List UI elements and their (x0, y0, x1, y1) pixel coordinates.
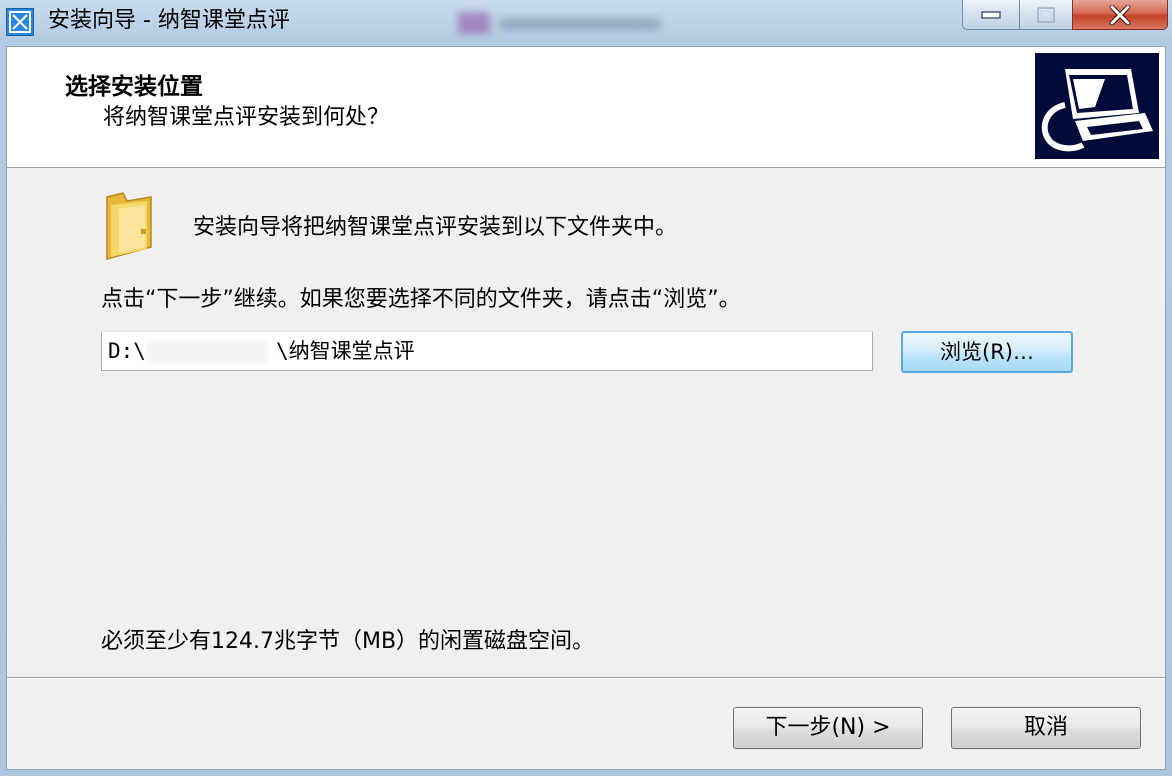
window-title: 安装向导 - 纳智课堂点评 (48, 8, 290, 33)
maximize-button[interactable] (1019, 0, 1073, 30)
page-subtitle: 将纳智课堂点评安装到何处？ (103, 105, 390, 130)
next-button[interactable]: 下一步(N) > (733, 707, 923, 749)
install-path-input[interactable]: D:\ \纳智课堂点评 (101, 331, 873, 371)
installer-app-icon (6, 8, 34, 36)
page-title: 选择安装位置 (65, 74, 203, 100)
intro-text: 安装向导将把纳智课堂点评安装到以下文件夹中。 (193, 215, 678, 240)
folder-icon (101, 191, 157, 261)
title-bar[interactable]: 安装向导 - 纳智课堂点评 (0, 0, 1172, 44)
disk-space-requirement: 必须至少有124.7兆字节（MB）的闲置磁盘空间。 (101, 629, 595, 654)
close-icon (1109, 4, 1131, 25)
minimize-icon (981, 10, 1001, 19)
wizard-client-area: 选择安装位置 将纳智课堂点评安装到何处？ 安装向导将把纳智课堂点评安装到以下文件… (6, 46, 1166, 770)
footer-divider (7, 677, 1165, 679)
install-path-suffix: \纳智课堂点评 (275, 339, 415, 363)
instruction-text: 点击“下一步”继续。如果您要选择不同的文件夹，请点击“浏览”。 (101, 287, 741, 312)
cancel-button[interactable]: 取消 (951, 707, 1141, 749)
computer-install-icon (1035, 53, 1159, 159)
redaction-blur (146, 340, 268, 364)
installer-window: 安装向导 - 纳智课堂点评 选择安装位置 将纳智课堂点评安装到何处？ 安装向导将… (0, 0, 1172, 776)
minimize-button[interactable] (962, 0, 1020, 30)
maximize-icon (1037, 6, 1055, 23)
install-path-prefix: D:\ (108, 339, 146, 363)
wizard-header: 选择安装位置 将纳智课堂点评安装到何处？ (7, 47, 1165, 168)
background-window-blur (458, 10, 668, 36)
caption-buttons (962, 0, 1168, 32)
browse-button[interactable]: 浏览(R)… (901, 331, 1073, 373)
close-button[interactable] (1072, 0, 1168, 30)
